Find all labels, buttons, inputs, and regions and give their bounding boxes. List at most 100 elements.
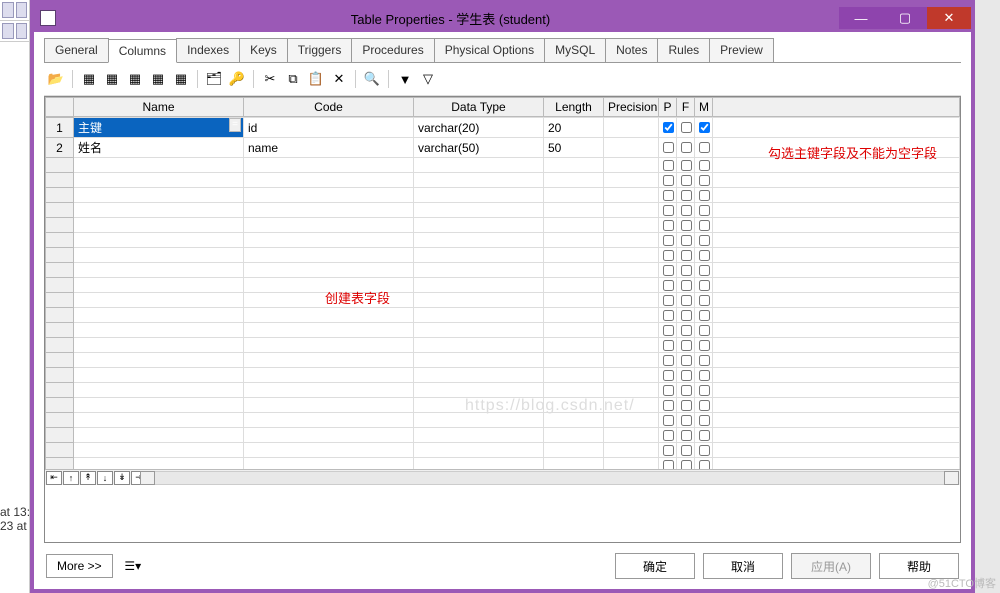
cell-m[interactable]	[695, 383, 713, 398]
row-number[interactable]	[46, 338, 74, 353]
row-number[interactable]	[46, 443, 74, 458]
checkbox-p[interactable]	[663, 160, 674, 171]
row-number[interactable]	[46, 353, 74, 368]
cell-length[interactable]	[544, 233, 604, 248]
cell-precision[interactable]	[604, 458, 659, 470]
tab-keys[interactable]: Keys	[239, 38, 288, 62]
checkbox-p[interactable]	[663, 235, 674, 246]
cell-precision[interactable]	[604, 413, 659, 428]
cell-length[interactable]	[544, 383, 604, 398]
checkbox-p[interactable]	[663, 415, 674, 426]
table-row[interactable]	[46, 353, 960, 368]
cell-code[interactable]	[244, 263, 414, 278]
cell-code[interactable]	[244, 233, 414, 248]
checkbox-f[interactable]	[681, 460, 692, 470]
cell-datatype[interactable]	[414, 263, 544, 278]
cell-length[interactable]	[544, 188, 604, 203]
checkbox-f[interactable]	[681, 385, 692, 396]
checkbox-m[interactable]	[699, 385, 710, 396]
checkbox-f[interactable]	[681, 325, 692, 336]
row-number-header[interactable]	[46, 98, 74, 117]
cell-p[interactable]	[659, 413, 677, 428]
checkbox-f[interactable]	[681, 190, 692, 201]
header-length[interactable]: Length	[544, 98, 604, 117]
checkbox-p[interactable]	[663, 310, 674, 321]
checkbox-m[interactable]	[699, 175, 710, 186]
header-precision[interactable]: Precision	[604, 98, 659, 117]
cell-p[interactable]	[659, 248, 677, 263]
tab-notes[interactable]: Notes	[605, 38, 658, 62]
row-number[interactable]	[46, 458, 74, 470]
cell-m[interactable]	[695, 428, 713, 443]
nav-down[interactable]: ↓	[97, 471, 113, 485]
cell-f[interactable]	[677, 203, 695, 218]
cell-datatype[interactable]	[414, 458, 544, 470]
cell-datatype[interactable]: varchar(20)	[414, 118, 544, 138]
cell-length[interactable]	[544, 458, 604, 470]
cell-p[interactable]	[659, 338, 677, 353]
cell-f[interactable]	[677, 443, 695, 458]
cell-precision[interactable]	[604, 443, 659, 458]
checkbox-p[interactable]	[663, 460, 674, 470]
checkbox-m[interactable]	[699, 340, 710, 351]
tab-physical-options[interactable]: Physical Options	[434, 38, 545, 62]
row-number[interactable]: 1	[46, 118, 74, 138]
cell-f[interactable]	[677, 428, 695, 443]
nav-pagedown[interactable]: ↡	[114, 471, 130, 485]
checkbox-p[interactable]	[663, 175, 674, 186]
minimize-button[interactable]: —	[839, 7, 883, 29]
cell-datatype[interactable]	[414, 188, 544, 203]
checkbox-p[interactable]	[663, 122, 674, 133]
cell-name[interactable]	[74, 218, 244, 233]
cell-length[interactable]: 50	[544, 138, 604, 158]
cell-name[interactable]: 姓名	[74, 138, 244, 158]
cell-p[interactable]	[659, 398, 677, 413]
checkbox-f[interactable]	[681, 250, 692, 261]
table-row[interactable]	[46, 338, 960, 353]
cell-name[interactable]	[74, 293, 244, 308]
checkbox-p[interactable]	[663, 142, 674, 153]
checkbox-p[interactable]	[663, 295, 674, 306]
cell-precision[interactable]	[604, 323, 659, 338]
header-p[interactable]: P	[659, 98, 677, 117]
cell-datatype[interactable]	[414, 278, 544, 293]
cell-name[interactable]	[74, 188, 244, 203]
row-number[interactable]: 2	[46, 138, 74, 158]
cell-m[interactable]	[695, 203, 713, 218]
cell-m[interactable]	[695, 263, 713, 278]
cell-p[interactable]	[659, 233, 677, 248]
cell-f[interactable]	[677, 158, 695, 173]
cell-name[interactable]	[74, 308, 244, 323]
cell-m[interactable]	[695, 248, 713, 263]
tab-general[interactable]: General	[44, 38, 109, 62]
nav-pageup[interactable]: ↟	[80, 471, 96, 485]
grid1-icon[interactable]: ▦	[79, 69, 99, 89]
tab-indexes[interactable]: Indexes	[176, 38, 240, 62]
cell-datatype[interactable]	[414, 248, 544, 263]
checkbox-f[interactable]	[681, 122, 692, 133]
checkbox-m[interactable]	[699, 190, 710, 201]
key-icon[interactable]: 🔑	[227, 69, 247, 89]
cell-f[interactable]	[677, 173, 695, 188]
horizontal-scrollbar[interactable]	[153, 471, 946, 485]
row-number[interactable]	[46, 173, 74, 188]
cell-f[interactable]	[677, 308, 695, 323]
cell-m[interactable]	[695, 293, 713, 308]
table-row[interactable]	[46, 248, 960, 263]
table-row[interactable]	[46, 173, 960, 188]
checkbox-p[interactable]	[663, 190, 674, 201]
checkbox-f[interactable]	[681, 220, 692, 231]
cell-code[interactable]	[244, 293, 414, 308]
checkbox-m[interactable]	[699, 325, 710, 336]
cell-f[interactable]	[677, 293, 695, 308]
cell-code[interactable]	[244, 353, 414, 368]
cell-name[interactable]	[74, 323, 244, 338]
ok-button[interactable]: 确定	[615, 553, 695, 579]
cell-precision[interactable]	[604, 203, 659, 218]
grid3-icon[interactable]: ▦	[125, 69, 145, 89]
cut-icon[interactable]: ✂	[260, 69, 280, 89]
checkbox-f[interactable]	[681, 142, 692, 153]
checkbox-p[interactable]	[663, 250, 674, 261]
table-row[interactable]	[46, 383, 960, 398]
checkbox-p[interactable]	[663, 385, 674, 396]
